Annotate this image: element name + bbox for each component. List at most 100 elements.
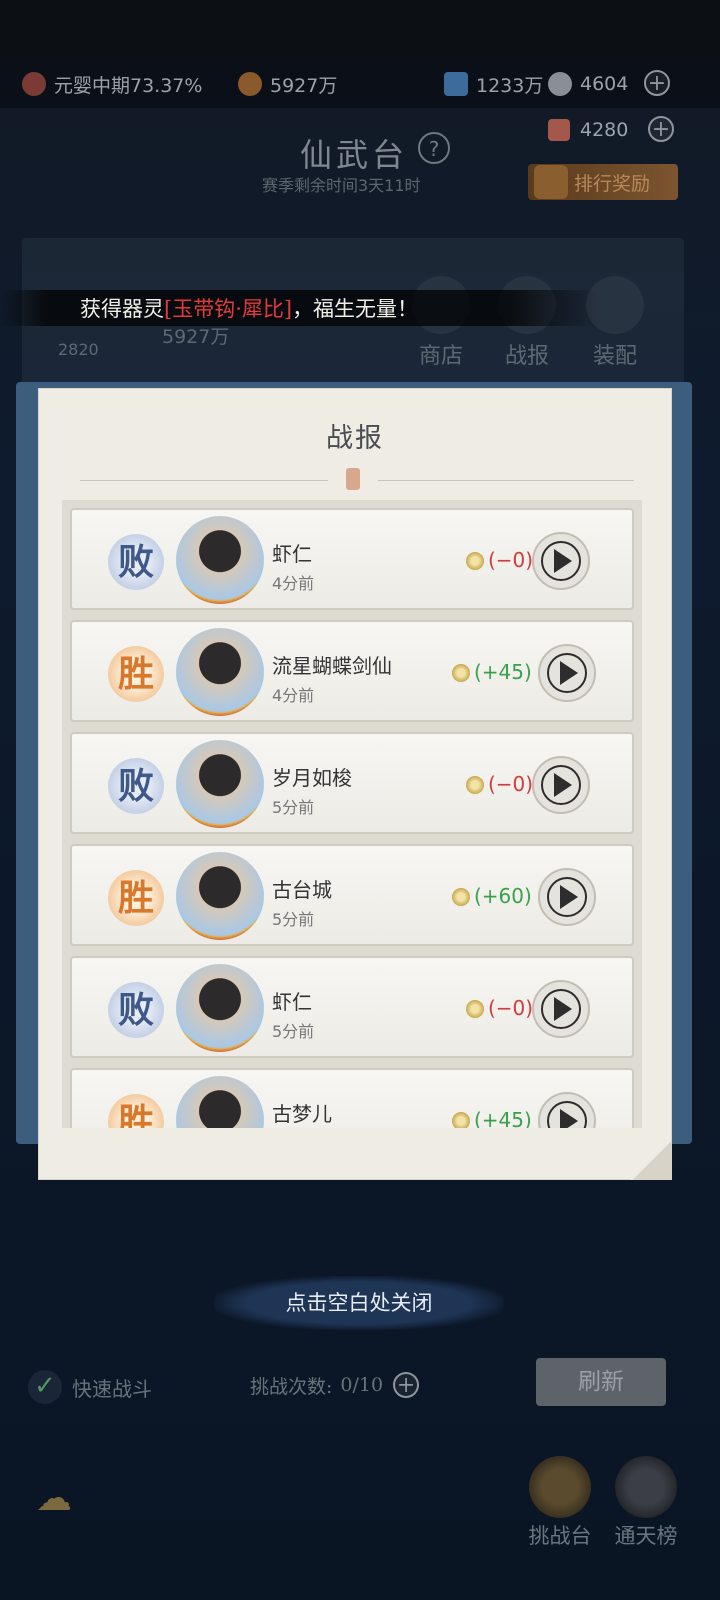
nav-challenge[interactable]: 挑战台	[522, 1456, 598, 1550]
top-strip	[0, 0, 720, 60]
avatar[interactable]	[176, 516, 264, 604]
cloud-icon[interactable]: ☁	[36, 1478, 116, 1528]
seal-icon	[346, 468, 360, 490]
add-challenge-button[interactable]: +	[393, 1372, 420, 1398]
rank-reward-button[interactable]: 排行奖励	[528, 164, 678, 200]
help-button[interactable]: ?	[418, 132, 450, 164]
score-delta: (−0)	[488, 772, 534, 796]
rank-reward-label: 排行奖励	[574, 172, 651, 195]
avatar[interactable]	[176, 628, 264, 716]
result-badge: 败	[108, 758, 164, 814]
challenge-count: 挑战次数: 0/10 +	[250, 1368, 420, 1402]
opponent-name: 岁月如梭	[272, 766, 352, 790]
avatar[interactable]	[176, 740, 264, 828]
battle-time: 5分前	[272, 798, 315, 817]
coin-icon	[466, 552, 484, 570]
report-row: 胜 流星蝴蝶剑仙 4分前 (+45)	[70, 620, 634, 722]
jade-icon	[444, 72, 468, 96]
challenge-icon	[529, 1456, 591, 1518]
spirit-text: 4604	[580, 73, 629, 95]
result-badge: 胜	[108, 646, 164, 702]
report-label: 战报	[504, 344, 549, 369]
power-icon	[238, 72, 262, 96]
nav-challenge-label: 挑战台	[528, 1524, 592, 1548]
replay-button[interactable]	[538, 644, 596, 702]
plus-icon: +	[651, 117, 671, 142]
score-delta: (−0)	[488, 548, 534, 572]
opponent-name: 虾仁	[272, 990, 312, 1014]
report-row: 败 岁月如梭 5分前 (−0)	[70, 732, 634, 834]
realm-icon	[22, 72, 46, 96]
spirit-resource: 4604	[548, 66, 628, 102]
power-resource: 5927万	[238, 66, 337, 102]
arena-coin: 2820	[58, 340, 99, 359]
score-delta: (−0)	[488, 996, 534, 1020]
spirit-icon	[548, 72, 572, 96]
result-badge: 败	[108, 982, 164, 1038]
reward-toast: 获得器灵 [玉带钩·犀比] ，福生无量！	[0, 290, 600, 326]
battle-time: 4分前	[272, 574, 315, 593]
battle-time: 5分前	[272, 910, 315, 929]
jade-text: 1233万	[476, 74, 544, 97]
shop-label: 商店	[418, 344, 463, 369]
coin-text: 2820	[58, 340, 99, 359]
arena-power-text: 5927万	[162, 326, 230, 348]
equip-label: 装配	[592, 344, 637, 369]
challenge-count-value: 0/10	[340, 1374, 384, 1396]
help-icon: ?	[428, 137, 440, 161]
realm-resource: 元婴中期73.37%	[22, 66, 202, 102]
report-row: 胜 古梦儿 (+45)	[70, 1068, 634, 1128]
replay-button[interactable]	[532, 980, 590, 1038]
score-delta: (+45)	[474, 1108, 532, 1128]
toast-prefix: 获得器灵	[80, 297, 164, 321]
score-delta: (+45)	[474, 660, 532, 684]
realm-text: 元婴中期73.37%	[54, 74, 203, 97]
opponent-name: 虾仁	[272, 542, 312, 566]
quick-battle-label: 快速战斗	[72, 1376, 152, 1401]
battle-report-title: 战报	[326, 423, 384, 454]
replay-button[interactable]	[538, 868, 596, 926]
add-ticket-button[interactable]: +	[648, 116, 674, 142]
nav-tower-label: 通天榜	[614, 1524, 678, 1548]
replay-button[interactable]	[532, 756, 590, 814]
result-badge: 胜	[108, 1094, 164, 1128]
tower-icon	[615, 1456, 677, 1518]
result-badge: 胜	[108, 870, 164, 926]
avatar[interactable]	[176, 1076, 264, 1128]
battle-time: 5分前	[272, 1022, 315, 1041]
opponent-name: 古梦儿	[272, 1102, 332, 1126]
coin-icon	[466, 776, 484, 794]
avatar[interactable]	[176, 852, 264, 940]
report-row: 败 虾仁 5分前 (−0)	[70, 956, 634, 1058]
jade-resource: 1233万	[444, 66, 543, 102]
plus-icon: +	[647, 71, 667, 96]
title-divider-left	[80, 480, 328, 481]
result-badge: 败	[108, 534, 164, 590]
quick-battle-toggle[interactable]: ✓ 快速战斗	[28, 1370, 152, 1404]
page-title: 仙武台	[300, 136, 409, 174]
score-delta: (+60)	[474, 884, 532, 908]
opponent-name: 古台城	[272, 878, 332, 902]
page-curl	[630, 1142, 672, 1180]
challenge-label: 挑战次数:	[250, 1375, 333, 1398]
toast-item: [玉带钩·犀比]	[164, 297, 293, 321]
coin-icon	[452, 1112, 470, 1128]
gift-icon	[534, 165, 568, 199]
add-spirit-button[interactable]: +	[644, 70, 670, 96]
replay-button[interactable]	[532, 532, 590, 590]
refresh-button[interactable]: 刷新	[536, 1358, 666, 1406]
ticket-text: 4280	[580, 119, 629, 141]
replay-button[interactable]	[538, 1092, 596, 1128]
battle-report-list[interactable]: 败 虾仁 4分前 (−0) 胜 流星蝴蝶剑仙 4分前 (+45) 败 岁月如梭 …	[62, 500, 642, 1128]
coin-icon	[452, 888, 470, 906]
report-row: 胜 古台城 5分前 (+60)	[70, 844, 634, 946]
opponent-name: 流星蝴蝶剑仙	[272, 654, 392, 678]
avatar[interactable]	[176, 964, 264, 1052]
title-divider-right	[378, 480, 634, 481]
report-row: 败 虾仁 4分前 (−0)	[70, 508, 634, 610]
arena-power: 5927万	[162, 322, 229, 349]
coin-icon	[452, 664, 470, 682]
close-hint[interactable]: 点击空白处关闭	[214, 1276, 504, 1330]
season-remaining: 赛季剩余时间3天11时	[262, 176, 421, 195]
nav-tower[interactable]: 通天榜	[608, 1456, 684, 1550]
